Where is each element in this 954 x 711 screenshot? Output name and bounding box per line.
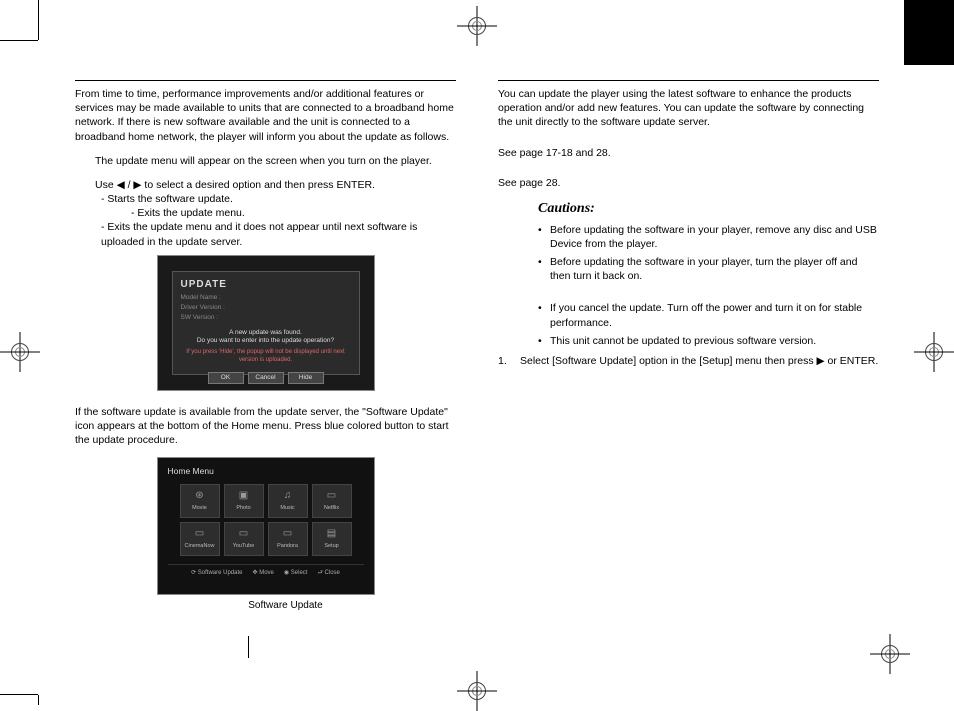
ok-button[interactable]: OK <box>208 372 244 384</box>
option1-hide: - Exits the update menu and it does not … <box>75 220 456 248</box>
right-intro: You can update the player using the late… <box>498 87 879 130</box>
youtube-icon: ▭ <box>237 527 251 541</box>
tile-youtube[interactable]: ▭YouTube <box>224 522 264 556</box>
tile-pandora[interactable]: ▭Pandora <box>268 522 308 556</box>
tile-setup[interactable]: ▤Setup <box>312 522 352 556</box>
manual-page: From time to time, performance improveme… <box>75 80 879 613</box>
caution-item: This unit cannot be updated to previous … <box>538 334 879 348</box>
screenshot-caption: Software Update <box>75 599 456 613</box>
side-tab <box>904 0 954 65</box>
update-dialog-screenshot: UPDATE Model Name : Driver Version : SW … <box>157 255 375 391</box>
intro-text: From time to time, performance improveme… <box>75 87 456 144</box>
see-page-ref: See page 17-18 and 28. <box>498 146 879 160</box>
home-menu-title: Home Menu <box>168 466 364 477</box>
movie-icon: ⊛ <box>193 489 207 503</box>
netflix-icon: ▭ <box>325 489 339 503</box>
dialog-message: A new update was found. Do you want to e… <box>181 329 351 365</box>
column-rule <box>498 80 879 81</box>
cautions-list: If you cancel the update. Turn off the p… <box>538 301 879 348</box>
home-menu-footer: ⟳ Software Update ✥ Move ◉ Select ⮐ Clos… <box>168 564 364 577</box>
option1-use: Use ◀ / ▶ to select a desired option and… <box>75 178 456 192</box>
callout-line <box>248 636 249 658</box>
info-line: SW Version : <box>181 314 351 323</box>
tile-cinemanow[interactable]: ▭CinemaNow <box>180 522 220 556</box>
info-line: Model Name : <box>181 294 351 303</box>
steps-list: 1. Select [Software Update] option in th… <box>498 354 879 368</box>
see-page-ref: See page 28. <box>498 176 879 190</box>
dialog-title: UPDATE <box>181 278 351 292</box>
column-rule <box>75 80 456 81</box>
option1-cancel: - Exits the update menu. <box>75 206 456 220</box>
info-line: Driver Version : <box>181 304 351 313</box>
update-dialog: UPDATE Model Name : Driver Version : SW … <box>172 271 360 375</box>
step-text: Select [Software Update] option in the [… <box>520 354 878 368</box>
option1-intro: The update menu will appear on the scree… <box>75 154 456 168</box>
caution-item: Before updating the software in your pla… <box>538 255 879 283</box>
option2-text: If the software update is available from… <box>75 405 456 448</box>
photo-icon: ▣ <box>237 489 251 503</box>
caution-item: If you cancel the update. Turn off the p… <box>538 301 879 329</box>
option1-ok: - Starts the software update. <box>75 192 456 206</box>
home-menu-screenshot: Home Menu ⊛Movie ▣Photo ♫Music ▭Netflix … <box>157 457 375 595</box>
tile-music[interactable]: ♫Music <box>268 484 308 518</box>
music-icon: ♫ <box>281 489 295 503</box>
caution-item: Before updating the software in your pla… <box>538 223 879 251</box>
right-column: You can update the player using the late… <box>498 80 879 613</box>
left-column: From time to time, performance improveme… <box>75 80 456 613</box>
tile-movie[interactable]: ⊛Movie <box>180 484 220 518</box>
home-menu-grid: ⊛Movie ▣Photo ♫Music ▭Netflix ▭CinemaNow… <box>180 484 352 556</box>
cancel-button[interactable]: Cancel <box>248 372 284 384</box>
cautions-heading: Cautions: <box>538 200 879 219</box>
pandora-icon: ▭ <box>281 527 295 541</box>
cautions-list: Before updating the software in your pla… <box>538 223 879 284</box>
step-item: 1. Select [Software Update] option in th… <box>498 354 879 368</box>
step-number: 1. <box>498 354 510 368</box>
cinemanow-icon: ▭ <box>193 527 207 541</box>
tile-netflix[interactable]: ▭Netflix <box>312 484 352 518</box>
setup-icon: ▤ <box>325 527 339 541</box>
tile-photo[interactable]: ▣Photo <box>224 484 264 518</box>
hide-button[interactable]: Hide <box>288 372 324 384</box>
